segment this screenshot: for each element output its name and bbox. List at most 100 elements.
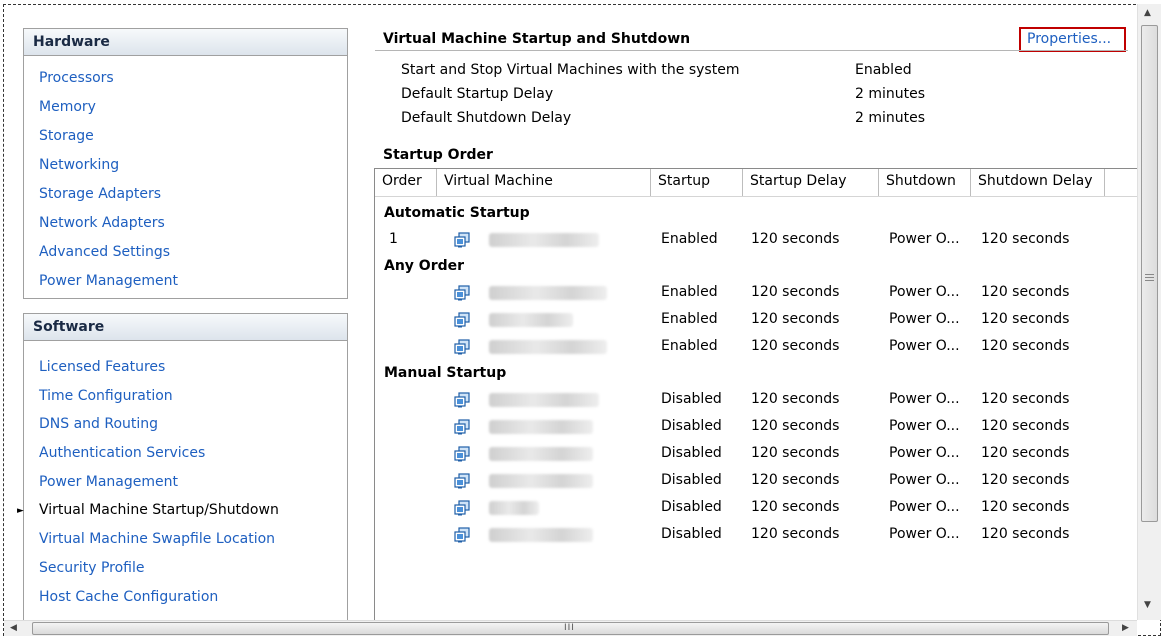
row-shutdown: Power O...: [889, 526, 960, 542]
row-shutdown: Power O...: [889, 418, 960, 434]
nav-advanced-settings[interactable]: Advanced Settings: [39, 244, 170, 260]
virtual-machine-icon: [454, 312, 470, 328]
nav-network-adapters[interactable]: Network Adapters: [39, 215, 165, 231]
scroll-up-arrow-icon[interactable]: ▲: [1144, 8, 1151, 18]
row-startup: Disabled: [661, 472, 722, 488]
virtual-machine-icon: [454, 527, 470, 543]
col-header-startup-delay[interactable]: Startup Delay: [743, 169, 879, 196]
list-header: Order Virtual Machine Startup Startup De…: [375, 169, 1137, 197]
group-header: Any Order: [384, 258, 465, 274]
row-startup-delay: 120 seconds: [751, 499, 840, 515]
virtual-machine-icon: [454, 285, 470, 301]
scroll-down-arrow-icon[interactable]: ▼: [1144, 600, 1151, 610]
row-startup: Enabled: [661, 311, 718, 327]
row-startup-delay: 120 seconds: [751, 284, 840, 300]
row-shutdown-delay: 120 seconds: [981, 418, 1070, 434]
scroll-left-arrow-icon[interactable]: ◀: [10, 623, 17, 633]
nav-sw-power-management[interactable]: Power Management: [39, 474, 178, 490]
row-startup: Disabled: [661, 445, 722, 461]
nav-memory[interactable]: Memory: [39, 99, 96, 115]
row-shutdown-delay: 120 seconds: [981, 499, 1070, 515]
current-item-arrow-icon: ►: [17, 506, 24, 516]
nav-time-configuration[interactable]: Time Configuration: [39, 388, 173, 404]
row-startup: Disabled: [661, 391, 722, 407]
virtual-machine-icon: [454, 419, 470, 435]
row-startup-delay: 120 seconds: [751, 338, 840, 354]
col-header-shutdown-delay[interactable]: Shutdown Delay: [971, 169, 1105, 196]
horizontal-scroll-grip: III: [564, 623, 575, 633]
row-startup-delay: 120 seconds: [751, 391, 840, 407]
nav-storage[interactable]: Storage: [39, 128, 94, 144]
row-shutdown: Power O...: [889, 472, 960, 488]
virtual-machine-icon: [454, 500, 470, 516]
row-shutdown-delay: 120 seconds: [981, 338, 1070, 354]
row-shutdown: Power O...: [889, 231, 960, 247]
row-shutdown-delay: 120 seconds: [981, 526, 1070, 542]
group-header: Manual Startup: [384, 365, 507, 381]
row-shutdown-delay: 120 seconds: [981, 445, 1070, 461]
row-startup: Enabled: [661, 284, 718, 300]
nav-authentication-services[interactable]: Authentication Services: [39, 445, 205, 461]
row-startup-delay: 120 seconds: [751, 445, 840, 461]
setting-label-shutdown-delay: Default Shutdown Delay: [401, 110, 572, 126]
vm-name-redacted: [489, 340, 607, 354]
row-shutdown-delay: 120 seconds: [981, 311, 1070, 327]
startup-order-title: Startup Order: [383, 147, 493, 163]
page-title: Virtual Machine Startup and Shutdown: [383, 31, 691, 47]
row-shutdown: Power O...: [889, 284, 960, 300]
col-header-shutdown[interactable]: Shutdown: [879, 169, 971, 196]
col-header-startup[interactable]: Startup: [651, 169, 743, 196]
nav-processors[interactable]: Processors: [39, 70, 114, 86]
title-divider: [375, 50, 1128, 51]
row-shutdown-delay: 120 seconds: [981, 284, 1070, 300]
setting-value-autostart: Enabled: [855, 62, 912, 78]
nav-vm-swapfile-location[interactable]: Virtual Machine Swapfile Location: [39, 531, 275, 547]
setting-label-startup-delay: Default Startup Delay: [401, 86, 554, 102]
nav-networking[interactable]: Networking: [39, 157, 119, 173]
virtual-machine-icon: [454, 473, 470, 489]
setting-value-shutdown-delay: 2 minutes: [855, 110, 926, 126]
row-startup-delay: 120 seconds: [751, 311, 840, 327]
nav-host-cache-configuration[interactable]: Host Cache Configuration: [39, 589, 218, 605]
vm-name-redacted: [489, 474, 593, 488]
scroll-grip-icon: [1145, 274, 1154, 281]
row-startup: Disabled: [661, 526, 722, 542]
nav-dns-routing[interactable]: DNS and Routing: [39, 416, 158, 432]
properties-link[interactable]: Properties...: [1019, 27, 1126, 52]
nav-vm-startup-shutdown[interactable]: Virtual Machine Startup/Shutdown: [39, 502, 279, 518]
virtual-machine-icon: [454, 232, 470, 248]
startup-order-list[interactable]: Order Virtual Machine Startup Startup De…: [374, 168, 1137, 626]
virtual-machine-icon: [454, 446, 470, 462]
row-startup: Disabled: [661, 499, 722, 515]
row-shutdown: Power O...: [889, 499, 960, 515]
row-shutdown-delay: 120 seconds: [981, 231, 1070, 247]
software-header: Software: [24, 314, 347, 341]
row-startup-delay: 120 seconds: [751, 231, 840, 247]
row-order: 1: [389, 231, 398, 247]
nav-security-profile[interactable]: Security Profile: [39, 560, 144, 576]
row-startup-delay: 120 seconds: [751, 418, 840, 434]
vm-name-redacted: [489, 420, 593, 434]
setting-label-autostart: Start and Stop Virtual Machines with the…: [401, 62, 740, 78]
scroll-right-arrow-icon[interactable]: ▶: [1122, 623, 1129, 633]
row-shutdown: Power O...: [889, 311, 960, 327]
virtual-machine-icon: [454, 339, 470, 355]
setting-value-startup-delay: 2 minutes: [855, 86, 926, 102]
row-shutdown: Power O...: [889, 338, 960, 354]
nav-storage-adapters[interactable]: Storage Adapters: [39, 186, 161, 202]
col-header-order[interactable]: Order: [375, 169, 437, 196]
row-startup-delay: 120 seconds: [751, 526, 840, 542]
row-startup: Enabled: [661, 338, 718, 354]
nav-licensed-features[interactable]: Licensed Features: [39, 359, 165, 375]
nav-hw-power-management[interactable]: Power Management: [39, 273, 178, 289]
vm-name-redacted: [489, 528, 593, 542]
row-startup: Disabled: [661, 418, 722, 434]
row-startup-delay: 120 seconds: [751, 472, 840, 488]
row-startup: Enabled: [661, 231, 718, 247]
row-shutdown: Power O...: [889, 391, 960, 407]
row-shutdown: Power O...: [889, 445, 960, 461]
hardware-header: Hardware: [24, 29, 347, 56]
virtual-machine-icon: [454, 392, 470, 408]
row-shutdown-delay: 120 seconds: [981, 391, 1070, 407]
col-header-virtual-machine[interactable]: Virtual Machine: [437, 169, 651, 196]
